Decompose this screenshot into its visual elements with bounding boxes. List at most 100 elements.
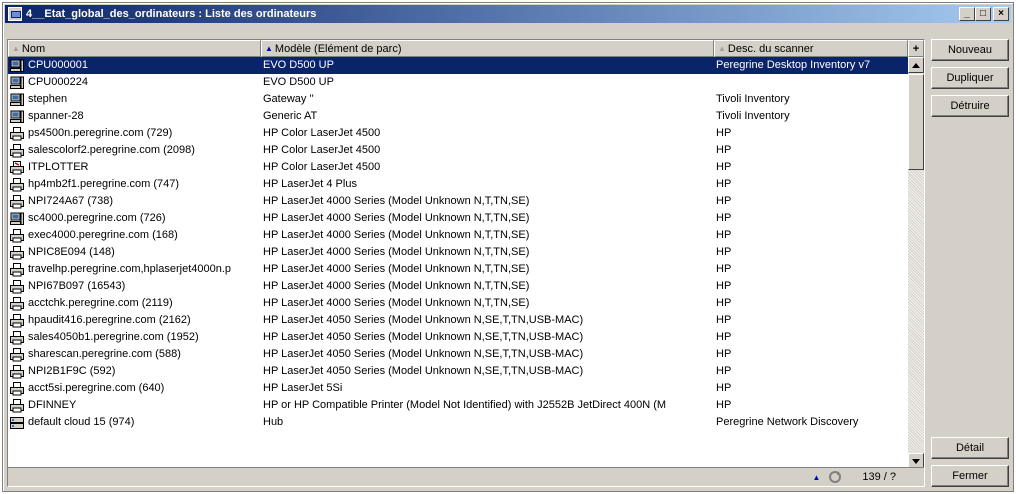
cell-modele: HP LaserJet 4000 Series (Model Unknown N…	[263, 212, 530, 224]
list-row[interactable]: NPI67B097 (16543) HP LaserJet 4000 Series…	[8, 278, 908, 295]
row-name: NPIC8E094 (148)	[28, 246, 115, 258]
destroy-button-label: Détruire	[950, 100, 990, 112]
cell-nom: NPI2B1F9C (592)	[8, 363, 261, 380]
list-row[interactable]: acctchk.peregrine.com (2119) HP LaserJet …	[8, 295, 908, 312]
list-row[interactable]: CPU000001 EVO D500 UP Peregrine Desktop In…	[8, 57, 908, 74]
cell-nom: stephen	[8, 91, 261, 108]
cell-modele: EVO D500 UP	[263, 59, 334, 71]
list-row[interactable]: stephen Gateway '' Tivoli Inventory	[8, 91, 908, 108]
cell-modele: HP LaserJet 4050 Series (Model Unknown N…	[263, 314, 584, 326]
row-name: acct5si.peregrine.com (640)	[28, 382, 165, 394]
cell-scanner	[714, 74, 908, 91]
list-row[interactable]: salescolorf2.peregrine.com (2098) HP Colo…	[8, 142, 908, 159]
list-row[interactable]: NPI2B1F9C (592) HP LaserJet 4050 Series (…	[8, 363, 908, 380]
cell-nom: NPI724A67 (738)	[8, 193, 261, 210]
refresh-icon[interactable]	[828, 470, 842, 484]
computer-icon	[10, 76, 24, 90]
cell-nom: hp4mb2f1.peregrine.com (747)	[8, 176, 261, 193]
cell-nom: CPU000001	[8, 57, 261, 74]
computer-icon	[10, 59, 24, 73]
sort-indicator-icon: ▲	[718, 44, 726, 53]
cell-modele: HP or HP Compatible Printer (Model Not I…	[263, 399, 667, 411]
printer-icon	[10, 126, 24, 141]
list-row[interactable]: DFINNEY HP or HP Compatible Printer (Mode…	[8, 397, 908, 414]
list-row[interactable]: ps4500n.peregrine.com (729) HP Color Lase…	[8, 125, 908, 142]
printer-icon	[10, 398, 24, 413]
sort-ascending-icon: ▲	[265, 44, 273, 53]
destroy-button[interactable]: Détruire	[931, 95, 1009, 117]
cell-scanner: HP	[716, 399, 732, 411]
cell-nom: sales4050b1.peregrine.com (1952)	[8, 329, 261, 346]
cell-modele: HP LaserJet 4000 Series (Model Unknown N…	[263, 280, 530, 292]
list-row[interactable]: sc4000.peregrine.com (726) HP LaserJet 40…	[8, 210, 908, 227]
cell-scanner: HP	[716, 280, 732, 292]
list-row[interactable]: default cloud 15 (974) Hub Peregrine Netwo…	[8, 414, 908, 431]
list-row[interactable]: hpaudit416.peregrine.com (2162) HP LaserJ…	[8, 312, 908, 329]
row-name: default cloud 15 (974)	[28, 416, 135, 428]
list-row[interactable]: acct5si.peregrine.com (640) HP LaserJet 5…	[8, 380, 908, 397]
cell-modele: HP LaserJet 4000 Series (Model Unknown N…	[263, 195, 530, 207]
list-row[interactable]: sharescan.peregrine.com (588) HP LaserJet…	[8, 346, 908, 363]
minimize-button[interactable]: _	[959, 7, 975, 21]
list-row[interactable]: sales4050b1.peregrine.com (1952) HP Laser…	[8, 329, 908, 346]
printer-icon	[10, 143, 24, 158]
cell-nom: DFINNEY	[8, 397, 261, 414]
maximize-button[interactable]: □	[975, 7, 991, 21]
list-row[interactable]: NPIC8E094 (148) HP LaserJet 4000 Series (…	[8, 244, 908, 261]
add-column-button[interactable]: +	[908, 40, 924, 57]
scroll-up-button[interactable]	[908, 57, 924, 73]
cell-scanner: Peregrine Network Discovery	[716, 416, 859, 428]
cell-scanner: HP	[716, 144, 732, 156]
duplicate-button[interactable]: Dupliquer	[931, 67, 1009, 89]
vertical-scrollbar[interactable]	[908, 57, 924, 469]
row-name: DFINNEY	[28, 399, 77, 411]
cell-scanner: HP	[716, 314, 732, 326]
close-button[interactable]: ×	[993, 7, 1009, 21]
cell-scanner: HP	[716, 246, 732, 258]
cell-scanner: HP	[716, 365, 732, 377]
cell-nom: salescolorf2.peregrine.com (2098)	[8, 142, 261, 159]
cell-nom: ITPLOTTER	[8, 159, 261, 176]
column-header-modele[interactable]: ▲ Modèle (Elément de parc)	[261, 40, 714, 57]
new-button[interactable]: Nouveau	[931, 39, 1009, 61]
list-row[interactable]: CPU000224 EVO D500 UP	[8, 74, 908, 91]
printer-icon	[10, 364, 24, 379]
new-button-label: Nouveau	[947, 44, 993, 56]
printer-icon	[10, 262, 24, 277]
cell-scanner: HP	[716, 229, 732, 241]
cell-nom: acct5si.peregrine.com (640)	[8, 380, 261, 397]
row-name: travelhp.peregrine.com,hplaserjet4000n.p	[28, 263, 232, 275]
close-list-button-label: Fermer	[952, 470, 988, 482]
printer-icon	[10, 347, 24, 362]
cell-modele: EVO D500 UP	[263, 76, 334, 88]
cell-nom: NPI67B097 (16543)	[8, 278, 261, 295]
cell-scanner: HP	[716, 348, 732, 360]
cell-scanner: HP	[716, 161, 732, 173]
detail-button[interactable]: Détail	[931, 437, 1009, 459]
printer-icon	[10, 245, 24, 260]
computer-icon	[10, 93, 24, 107]
cell-nom: default cloud 15 (974)	[8, 414, 261, 431]
close-list-button[interactable]: Fermer	[931, 465, 1009, 487]
list-row[interactable]: NPI724A67 (738) HP LaserJet 4000 Series (…	[8, 193, 908, 210]
printer-icon	[10, 228, 24, 243]
cell-modele: HP Color LaserJet 4500	[263, 127, 381, 139]
list-row[interactable]: hp4mb2f1.peregrine.com (747) HP LaserJet …	[8, 176, 908, 193]
row-name: sc4000.peregrine.com (726)	[28, 212, 166, 224]
cell-modele: HP LaserJet 4 Plus	[263, 178, 357, 190]
list-row[interactable]: ITPLOTTER HP Color LaserJet 4500 HP	[8, 159, 908, 176]
cell-scanner: Tivoli Inventory	[716, 110, 790, 122]
list-row[interactable]: travelhp.peregrine.com,hplaserjet4000n.p…	[8, 261, 908, 278]
column-header-label: Desc. du scanner	[727, 42, 814, 55]
row-name: ITPLOTTER	[28, 161, 89, 173]
column-header-scanner[interactable]: ▲ Desc. du scanner	[714, 40, 908, 57]
row-name: spanner-28	[28, 110, 84, 122]
computer-list[interactable]: ▲ Nom ▲ Modèle (Elément de parc) ▲ Desc.…	[7, 39, 925, 487]
column-header-nom[interactable]: ▲ Nom	[8, 40, 261, 57]
duplicate-button-label: Dupliquer	[946, 72, 994, 84]
list-row[interactable]: exec4000.peregrine.com (168) HP LaserJet …	[8, 227, 908, 244]
scroll-thumb[interactable]	[908, 74, 924, 170]
list-row[interactable]: spanner-28 Generic AT Tivoli Inventory	[8, 108, 908, 125]
title-bar[interactable]: 4__Etat_global_des_ordinateurs : Liste d…	[5, 5, 1011, 23]
cell-scanner: HP	[716, 263, 732, 275]
